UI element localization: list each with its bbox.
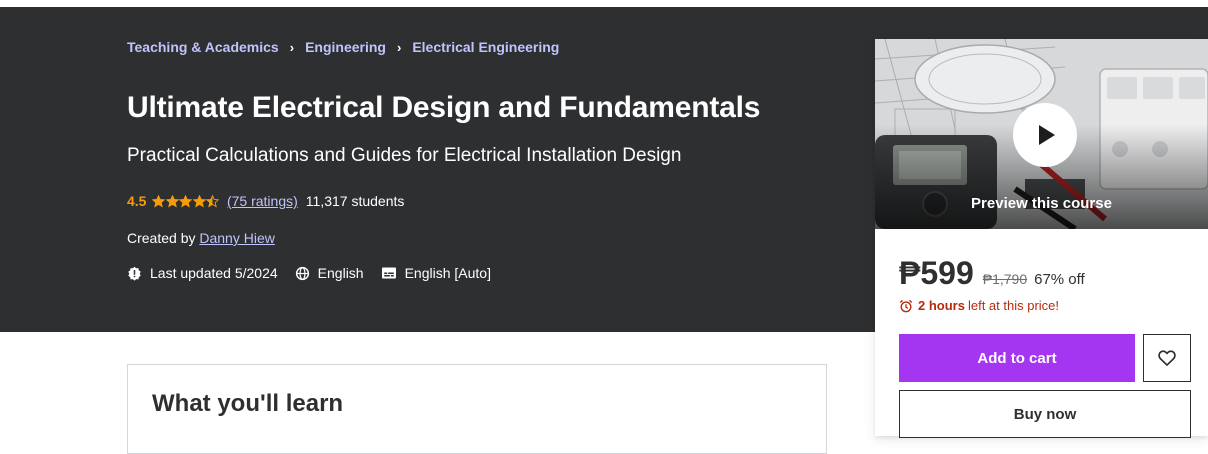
breadcrumb: Teaching & Academics › Engineering › Ele… <box>127 39 559 55</box>
top-strip <box>0 0 1208 7</box>
star-icon <box>179 194 193 207</box>
star-icon <box>192 194 206 207</box>
heart-icon <box>1158 350 1176 366</box>
last-updated-text: Last updated 5/2024 <box>150 265 278 281</box>
star-icon <box>165 194 179 207</box>
last-updated: Last updated 5/2024 <box>127 265 278 281</box>
current-price: ₱599 <box>899 255 974 291</box>
buy-now-button[interactable]: Buy now <box>899 390 1191 438</box>
created-by-label: Created by <box>127 230 196 246</box>
what-you-will-learn-title: What you'll learn <box>152 390 344 417</box>
students-count: 11,317 students <box>305 193 405 209</box>
ratings-link[interactable]: (75 ratings) <box>227 193 298 209</box>
course-preview[interactable]: Preview this course <box>875 39 1208 229</box>
instructor-link[interactable]: Danny Hiew <box>199 230 274 246</box>
star-icon <box>152 194 166 207</box>
captions-icon <box>381 267 396 279</box>
chevron-right-icon: › <box>289 39 295 55</box>
discount-percent: 67% off <box>1034 271 1085 288</box>
what-you-will-learn-box: What you'll learn <box>127 364 827 454</box>
rating-number: 4.5 <box>127 193 147 209</box>
timer-hours: 2 hours <box>918 298 965 313</box>
add-to-cart-button[interactable]: Add to cart <box>899 334 1135 382</box>
created-by: Created by Danny Hiew <box>127 230 275 246</box>
rating-row: 4.5 (75 ratings) 11,317 students <box>127 193 404 209</box>
wishlist-button[interactable] <box>1143 334 1191 382</box>
chevron-right-icon: › <box>396 39 402 55</box>
breadcrumb-engineering[interactable]: Engineering <box>305 39 386 55</box>
star-icon <box>206 194 220 207</box>
timer-text: left at this price! <box>967 298 1060 313</box>
alarm-icon <box>899 299 913 312</box>
price-timer: 2 hours left at this price! <box>899 298 1059 313</box>
purchase-sidebar: Preview this course ₱599 ₱1,790 67% off … <box>875 39 1208 438</box>
preview-label: Preview this course <box>971 195 1112 212</box>
star-rating <box>152 194 220 208</box>
breadcrumb-electrical-engineering[interactable]: Electrical Engineering <box>412 39 559 55</box>
original-price: ₱1,790 <box>982 271 1028 287</box>
language: English <box>295 265 364 281</box>
globe-icon <box>295 266 309 280</box>
course-subtitle: Practical Calculations and Guides for El… <box>127 145 682 166</box>
play-icon <box>1039 125 1055 145</box>
captions: English [Auto] <box>381 265 491 281</box>
captions-text: English [Auto] <box>404 265 491 281</box>
alert-badge-icon <box>128 266 141 281</box>
course-meta: Last updated 5/2024 English English [Aut… <box>127 265 508 281</box>
play-button[interactable] <box>1013 103 1077 167</box>
price-row: ₱599 ₱1,790 67% off <box>899 255 1085 292</box>
language-text: English <box>317 265 364 281</box>
course-title: Ultimate Electrical Design and Fundament… <box>127 91 761 124</box>
breadcrumb-teaching-academics[interactable]: Teaching & Academics <box>127 39 279 55</box>
